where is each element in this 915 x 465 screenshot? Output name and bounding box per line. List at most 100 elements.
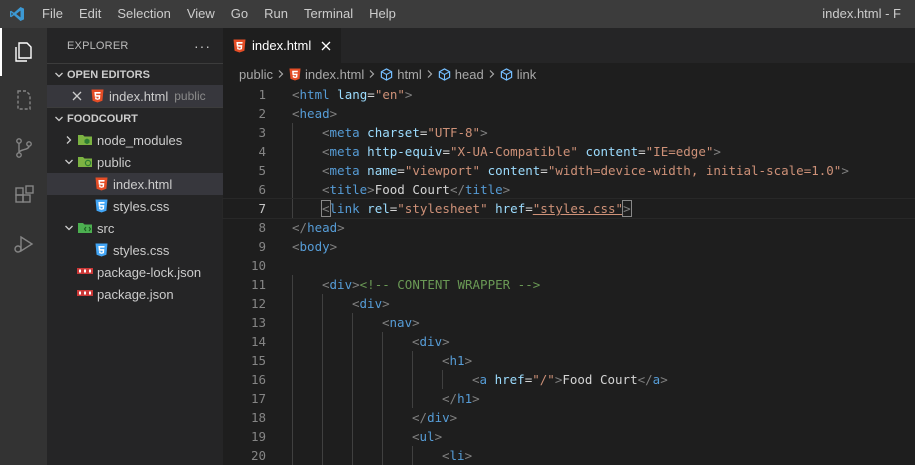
breadcrumb-folder[interactable]: public — [239, 67, 273, 82]
chevron-right-icon — [426, 69, 434, 79]
node-folder-icon — [77, 132, 93, 148]
tree-item-styles-css[interactable]: styles.css — [47, 195, 223, 217]
code-token: content — [487, 163, 541, 178]
code-token: = — [367, 87, 375, 102]
code-line: 20 <li> — [223, 446, 915, 465]
tree-item-index-html[interactable]: index.html — [47, 173, 223, 195]
code-token: title — [465, 182, 503, 197]
code-line: 1 <html lang="en"> — [223, 85, 915, 104]
more-actions-icon[interactable]: ··· — [194, 38, 211, 54]
symbol-element-icon — [381, 67, 393, 81]
code-token: charset — [367, 125, 420, 140]
code-text: <div> — [352, 294, 390, 313]
code-text: </h1> — [442, 389, 480, 408]
code-token: > — [841, 163, 849, 178]
code-token: "IE=edge" — [645, 144, 714, 159]
indent-guide — [292, 408, 293, 427]
code-token: > — [660, 372, 668, 387]
code-token: > — [622, 200, 632, 217]
code-token: meta — [329, 144, 360, 159]
tree-item-public[interactable]: public — [47, 151, 223, 173]
open-editor-folder: public — [174, 89, 206, 103]
breadcrumb-symbol-link[interactable]: link — [500, 66, 537, 82]
code-token: > — [434, 429, 443, 444]
breadcrumb-file[interactable]: index.html — [289, 67, 364, 82]
menu-item-edit[interactable]: Edit — [71, 0, 109, 28]
open-editors-section[interactable]: OPEN EDITORS — [47, 63, 223, 85]
menu-item-selection[interactable]: Selection — [109, 0, 178, 28]
menu-item-view[interactable]: View — [179, 0, 223, 28]
code-editor[interactable]: 1 <html lang="en"> 2 <head> 3 <meta charset="… — [222, 85, 915, 465]
breadcrumb-symbol-label: html — [397, 66, 422, 82]
menu-item-go[interactable]: Go — [223, 0, 256, 28]
indent-guide — [352, 408, 353, 427]
indent-guide — [352, 351, 353, 370]
code-text: <div> — [412, 332, 450, 351]
open-editor-item[interactable]: index.html public — [47, 85, 223, 107]
breadcrumb-symbol-label: link — [516, 66, 537, 82]
tree-item-src-styles-css[interactable]: styles.css — [47, 239, 223, 261]
code-token: < — [292, 239, 300, 254]
new-file-activity-icon[interactable] — [0, 76, 47, 124]
tree-item-node-modules[interactable]: node_modules — [47, 129, 223, 151]
code-token: < — [322, 125, 330, 140]
explorer-activity-icon[interactable] — [0, 28, 47, 76]
html-file-icon — [289, 68, 301, 80]
menu-item-help[interactable]: Help — [361, 0, 404, 28]
line-number: 20 — [250, 448, 266, 463]
run-debug-icon[interactable] — [0, 220, 47, 268]
indent-guide — [292, 370, 293, 389]
close-tab-icon[interactable] — [321, 41, 331, 51]
tree-item-package-json[interactable]: package.json — [47, 283, 223, 305]
code-token: "viewport" — [404, 163, 481, 178]
tab-index-html[interactable]: index.html — [223, 28, 342, 63]
code-token: h1 — [449, 353, 465, 368]
code-text: </div> — [412, 408, 457, 427]
code-text: <meta name="viewport" content="width=dev… — [322, 161, 849, 180]
menu-item-run[interactable]: Run — [256, 0, 296, 28]
breadcrumb-symbol-html[interactable]: html — [380, 67, 422, 82]
editor-area: index.html public index.html html head l… — [222, 28, 915, 465]
tree-item-src[interactable]: src — [47, 217, 223, 239]
line-number: 7 — [258, 201, 266, 216]
code-token: > — [713, 144, 721, 159]
code-token: div — [427, 410, 450, 425]
project-section[interactable]: FOODCOURT — [47, 107, 223, 129]
extensions-icon[interactable] — [0, 172, 47, 220]
line-number: 15 — [250, 353, 266, 368]
code-token: nav — [389, 315, 413, 330]
indent-guide — [352, 427, 353, 446]
code-text: </head> — [292, 218, 345, 237]
indent-guide — [322, 294, 323, 313]
html-file-icon — [93, 176, 109, 192]
indent-guide — [292, 142, 293, 161]
file-tree: node_modules public index.html styles.cs… — [47, 129, 223, 305]
chevron-right-icon — [368, 69, 376, 79]
code-token: > — [464, 448, 473, 463]
close-icon[interactable] — [69, 88, 85, 104]
menu-item-terminal[interactable]: Terminal — [296, 0, 361, 28]
indent-guide — [292, 313, 293, 332]
tree-item-package-lock-json[interactable]: package-lock.json — [47, 261, 223, 283]
indent-guide — [322, 332, 323, 351]
code-token: = — [540, 163, 548, 178]
code-token: body — [299, 239, 330, 254]
code-token: name — [367, 163, 398, 178]
symbol-element-icon — [438, 67, 450, 81]
code-token: title — [329, 182, 368, 197]
tab-bar: index.html — [223, 28, 915, 63]
code-token: < — [292, 106, 300, 121]
indent-guide — [322, 446, 323, 465]
code-token: = — [397, 163, 405, 178]
indent-guide — [442, 370, 443, 389]
line-number: 3 — [258, 125, 266, 140]
code-line: 14 <div> — [223, 332, 915, 351]
menu-item-file[interactable]: File — [34, 0, 71, 28]
code-token: < — [322, 144, 330, 159]
tree-item-label: package.json — [97, 286, 174, 302]
code-token: li — [449, 448, 465, 463]
tree-item-label: public — [97, 154, 131, 170]
breadcrumb-symbol-head[interactable]: head — [438, 67, 484, 82]
code-token: > — [382, 296, 390, 311]
source-control-icon[interactable] — [0, 124, 47, 172]
